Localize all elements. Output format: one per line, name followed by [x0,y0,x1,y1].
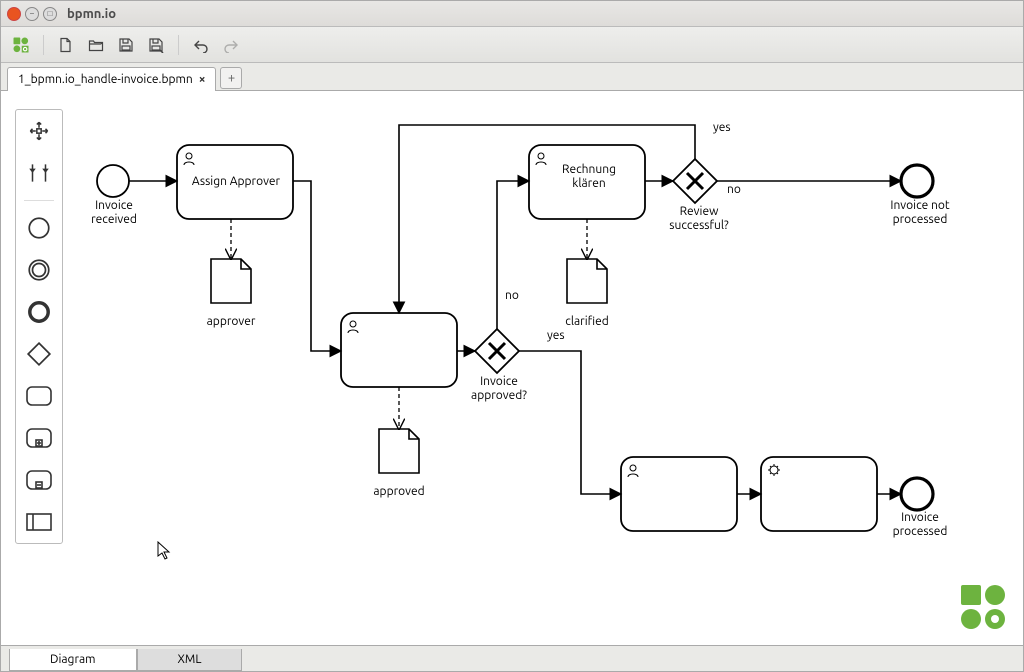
window-titlebar: – □ bpmn.io [1,1,1023,27]
open-file-button[interactable] [84,33,108,57]
edge-review-no-label: no [727,183,741,196]
end-event-not-processed[interactable] [901,165,933,197]
edge-yes-clarified-label: yes [547,329,565,342]
editor-workarea[interactable]: Invoice received Assign Approver approve… [1,91,1023,645]
gateway-invoice-approved[interactable] [475,329,519,373]
undo-button[interactable] [189,33,213,57]
start-event-invoice-received[interactable] [97,165,129,197]
tab-diagram[interactable]: Diagram [9,649,137,671]
data-object-clarified[interactable] [567,259,607,303]
data-clarified-label: clarified [557,315,617,329]
task-clarify-label: Rechnung klären [553,163,625,191]
add-tab-button[interactable]: + [220,67,242,89]
add-tab-label: + [228,71,235,85]
flow-gateway-yes-to-user[interactable] [519,351,621,494]
edge-review-yes-label: yes [713,121,731,134]
end-notprocessed-label: Invoice not processed [885,199,955,227]
task-service-bottom[interactable] [761,457,877,531]
end-processed-label: Invoice processed [889,511,951,539]
toolbar-separator [43,35,44,55]
file-tab-label: 1_bpmn.io_handle-invoice.bpmn [18,73,193,86]
tab-diagram-label: Diagram [50,653,96,666]
close-tab-icon[interactable]: × [199,73,206,86]
data-approved-label: approved [369,485,429,499]
tab-xml-label: XML [178,653,202,666]
window-minimize-button[interactable]: – [25,7,39,21]
file-tab-row: 1_bpmn.io_handle-invoice.bpmn × + [1,63,1023,91]
gateway-approved-label: Invoice approved? [467,375,531,403]
flow-assign-to-approve[interactable] [293,181,341,351]
redo-button[interactable] [219,33,243,57]
flow-gateway-no-to-clarify[interactable] [497,181,529,329]
save-button[interactable] [114,33,138,57]
data-object-approved[interactable] [379,429,419,473]
diagram-canvas[interactable] [1,91,1007,645]
tab-xml[interactable]: XML [137,649,243,671]
end-event-processed[interactable] [901,478,933,510]
task-user-bottom[interactable] [621,457,737,531]
app-logo-icon [9,33,33,57]
toolbar-separator [178,35,179,55]
data-approver-label: approver [201,315,261,329]
window-close-button[interactable] [7,7,21,21]
save-as-button[interactable] [144,33,168,57]
window-maximize-button[interactable]: □ [43,7,57,21]
new-file-button[interactable] [54,33,78,57]
main-toolbar [1,27,1023,63]
bottom-tab-row: Diagram XML [1,645,1023,671]
start-event-label: Invoice received [87,199,141,227]
gateway-review-successful[interactable] [673,159,717,203]
bpmn-io-logo-icon [957,581,1007,635]
file-tab[interactable]: 1_bpmn.io_handle-invoice.bpmn × [7,67,216,91]
data-object-approver[interactable] [211,259,251,303]
edge-no-label: no [505,289,519,302]
gateway-review-label: Review successful? [663,205,735,233]
window-title: bpmn.io [67,7,116,21]
task-assign-label: Assign Approver [189,175,283,189]
task-approve-invoice[interactable] [341,313,457,387]
